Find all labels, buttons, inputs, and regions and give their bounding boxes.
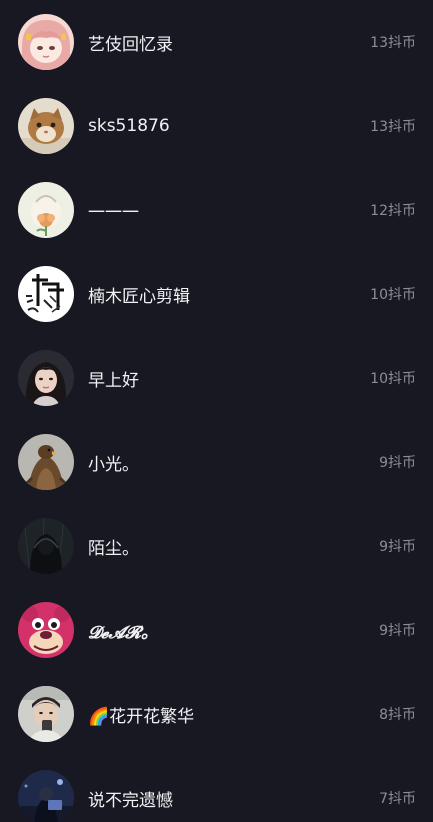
coin-amount: 10抖币 <box>370 371 416 387</box>
list-item[interactable]: 陌尘。 9抖币 <box>0 504 433 588</box>
coin-amount: 13抖币 <box>370 35 416 51</box>
night-person-avatar[interactable] <box>18 770 74 822</box>
hooded-figure-avatar[interactable] <box>18 518 74 574</box>
flower-avatar[interactable] <box>18 182 74 238</box>
man-selfie-avatar[interactable] <box>18 686 74 742</box>
list-item[interactable]: 楠木匠心剪辑 10抖币 <box>0 252 433 336</box>
list-item[interactable]: 一一一 12抖币 <box>0 168 433 252</box>
username[interactable]: 楠木匠心剪辑 <box>88 282 370 307</box>
username[interactable]: 一一一 <box>88 198 370 223</box>
coin-amount: 9抖币 <box>379 455 416 471</box>
coin-amount: 12抖币 <box>370 203 416 219</box>
username[interactable]: 说不完遗憾 <box>88 786 379 811</box>
gift-ranking-list: 艺伎回忆录 13抖币 sks51876 13抖币 一一一 12抖币 楠木匠心剪辑… <box>0 0 433 822</box>
username[interactable]: 陌尘。 <box>88 534 379 559</box>
coin-amount: 10抖币 <box>370 287 416 303</box>
username[interactable]: 𝓓𝓮𝓐𝓡。 <box>88 618 379 643</box>
list-item[interactable]: 说不完遗憾 7抖币 <box>0 756 433 822</box>
cat-avatar[interactable] <box>18 98 74 154</box>
username[interactable]: sks51876 <box>88 116 370 136</box>
coin-amount: 7抖币 <box>379 791 416 807</box>
list-item[interactable]: 早上好 10抖币 <box>0 336 433 420</box>
username[interactable]: 小光。 <box>88 450 379 475</box>
calligraphy-logo-avatar[interactable] <box>18 266 74 322</box>
list-item[interactable]: 小光。 9抖币 <box>0 420 433 504</box>
list-item[interactable]: sks51876 13抖币 <box>0 84 433 168</box>
eagle-avatar[interactable] <box>18 434 74 490</box>
list-item[interactable]: 🌈花开花繁华 8抖币 <box>0 672 433 756</box>
username[interactable]: 🌈花开花繁华 <box>88 702 379 727</box>
username[interactable]: 早上好 <box>88 366 370 391</box>
coin-amount: 13抖币 <box>370 119 416 135</box>
woman-portrait-avatar[interactable] <box>18 350 74 406</box>
coin-amount: 9抖币 <box>379 623 416 639</box>
coin-amount: 9抖币 <box>379 539 416 555</box>
pink-bear-avatar[interactable] <box>18 602 74 658</box>
list-item[interactable]: 艺伎回忆录 13抖币 <box>0 0 433 84</box>
list-item[interactable]: 𝓓𝓮𝓐𝓡。 9抖币 <box>0 588 433 672</box>
coin-amount: 8抖币 <box>379 707 416 723</box>
anime-girl-avatar[interactable] <box>18 14 74 70</box>
username[interactable]: 艺伎回忆录 <box>88 30 370 55</box>
